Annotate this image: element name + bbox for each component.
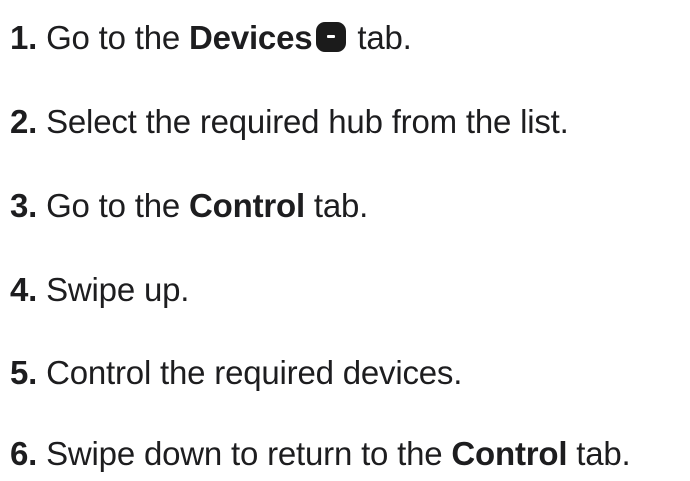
step-5: 5. Control the required devices. — [10, 353, 462, 393]
control-tab-label: Control — [451, 435, 568, 472]
step-text: tab. — [304, 187, 369, 224]
devices-tab-icon — [316, 22, 347, 52]
step-text: Go to the — [37, 187, 190, 224]
step-number: 5. — [10, 354, 38, 391]
step-text: tab. — [567, 435, 631, 472]
step-6: 6. Swipe down to return to the Control t… — [10, 434, 631, 474]
step-number: 6. — [10, 435, 38, 472]
step-text: Select the required hub from the list. — [37, 103, 569, 140]
step-text: Go to the — [37, 19, 190, 56]
step-text: tab. — [348, 19, 412, 56]
step-number: 4. — [10, 271, 38, 308]
step-text: Control the required devices. — [37, 354, 463, 391]
step-3: 3. Go to the Control tab. — [10, 186, 368, 226]
step-text: Swipe down to return to the — [37, 435, 452, 472]
devices-tab-label: Devices — [189, 19, 313, 56]
step-number: 3. — [10, 187, 38, 224]
step-1: 1. Go to the Devices tab. — [10, 18, 412, 58]
step-4: 4. Swipe up. — [10, 270, 189, 310]
step-2: 2. Select the required hub from the list… — [10, 102, 569, 142]
step-number: 1. — [10, 19, 38, 56]
step-text: Swipe up. — [37, 271, 190, 308]
control-tab-label: Control — [189, 187, 305, 224]
step-number: 2. — [10, 103, 38, 140]
